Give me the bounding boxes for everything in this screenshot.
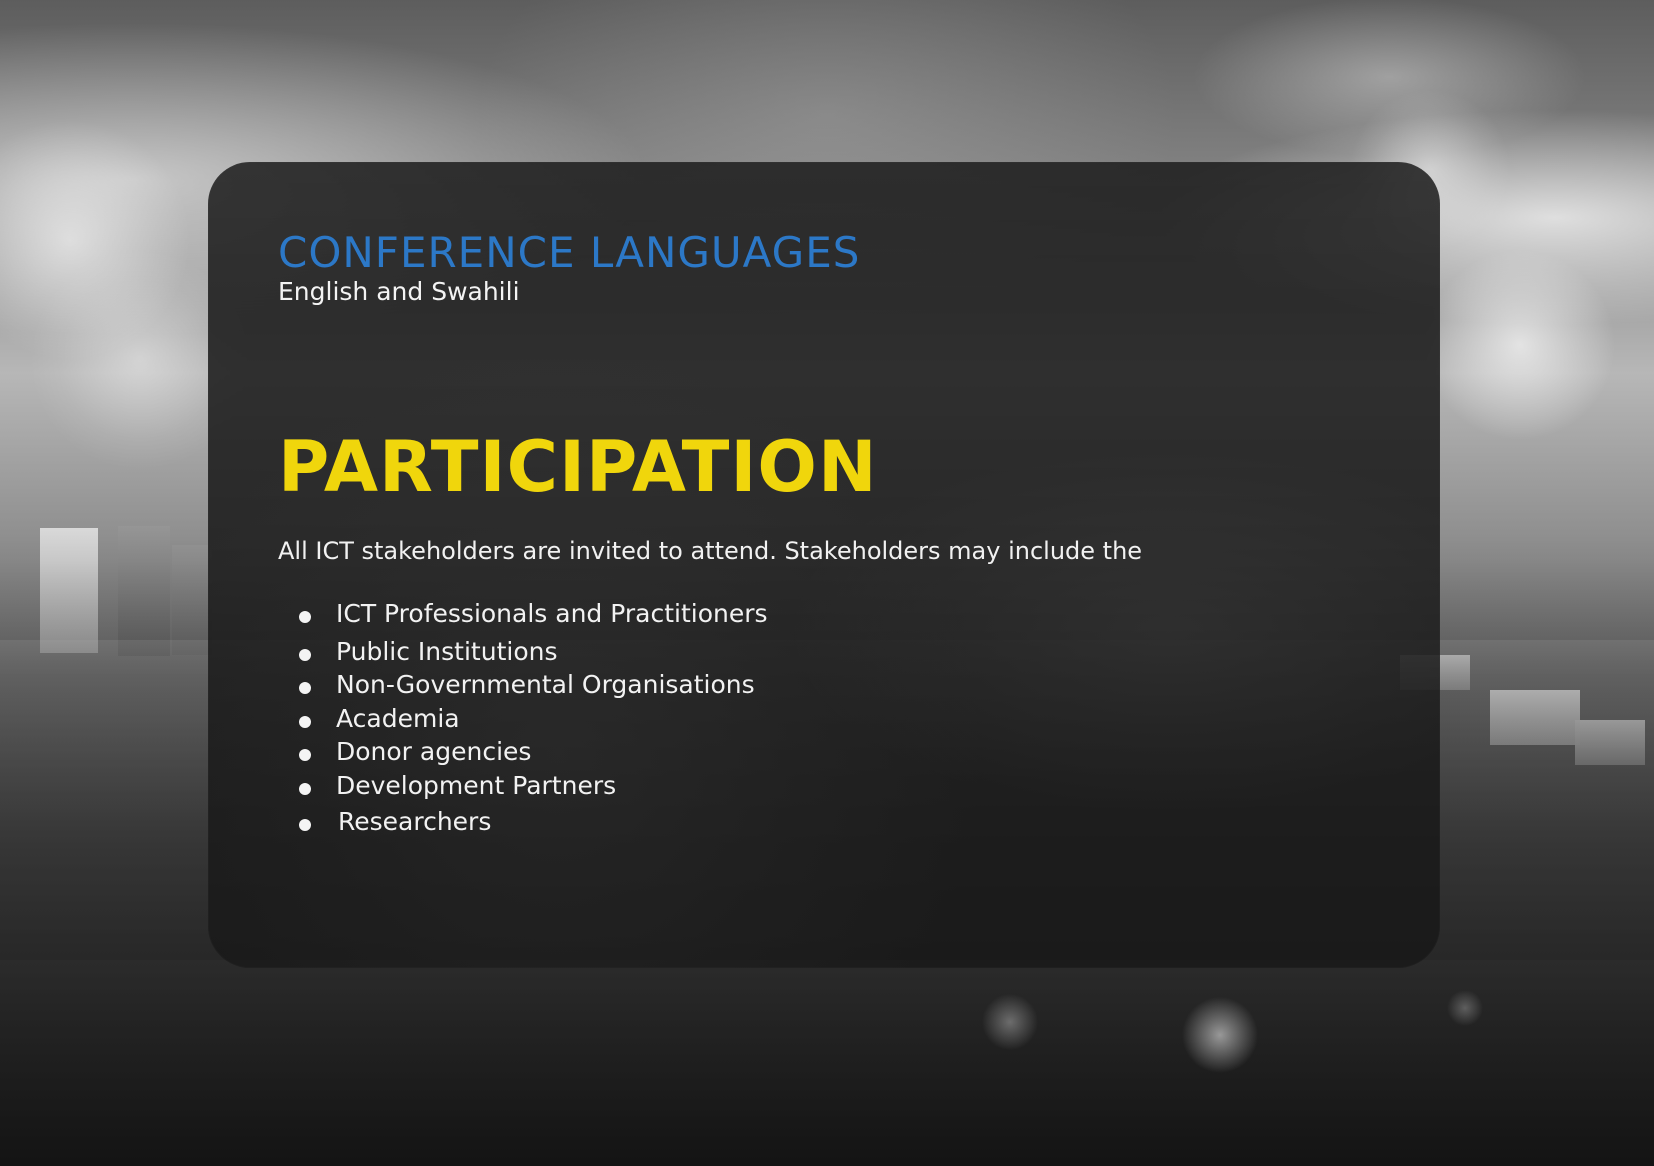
bullet-icon bbox=[299, 648, 311, 661]
conference-languages-title: CONFERENCE LANGUAGES bbox=[278, 228, 861, 277]
bullet-icon bbox=[299, 682, 311, 695]
participant-label: Development Partners bbox=[336, 770, 617, 800]
info-panel: CONFERENCE LANGUAGES English and Swahili… bbox=[208, 162, 1440, 968]
list-item: Public Institutions bbox=[278, 635, 1358, 669]
list-item: Researchers bbox=[278, 805, 1358, 839]
background-skyline-left bbox=[40, 510, 230, 670]
participant-label: Donor agencies bbox=[336, 737, 532, 767]
conference-languages-text: English and Swahili bbox=[278, 276, 520, 306]
participation-intro: All ICT stakeholders are invited to atte… bbox=[278, 536, 1143, 565]
participant-label: Academia bbox=[336, 703, 460, 733]
bullet-icon bbox=[299, 782, 311, 795]
list-item: Donor agencies bbox=[278, 735, 1358, 769]
bullet-icon bbox=[299, 819, 311, 832]
list-item: Academia bbox=[278, 702, 1358, 736]
participant-label: ICT Professionals and Practitioners bbox=[336, 599, 768, 629]
participant-label: Non-Governmental Organisations bbox=[336, 670, 755, 700]
participation-title: PARTICIPATION bbox=[278, 425, 878, 508]
bullet-icon bbox=[299, 611, 311, 624]
bullet-icon bbox=[299, 715, 311, 728]
list-item: ICT Professionals and Practitioners bbox=[278, 597, 1358, 631]
participant-label: Public Institutions bbox=[336, 636, 558, 666]
list-item: Non-Governmental Organisations bbox=[278, 668, 1358, 702]
bullet-icon bbox=[299, 749, 311, 762]
participant-list: ICT Professionals and Practitioners Publ… bbox=[278, 597, 1358, 839]
list-item: Development Partners bbox=[278, 769, 1358, 803]
panel-content: CONFERENCE LANGUAGES English and Swahili… bbox=[278, 228, 1358, 839]
participant-label: Researchers bbox=[338, 807, 492, 837]
conference-info-page: CONFERENCE LANGUAGES English and Swahili… bbox=[0, 0, 1654, 1166]
